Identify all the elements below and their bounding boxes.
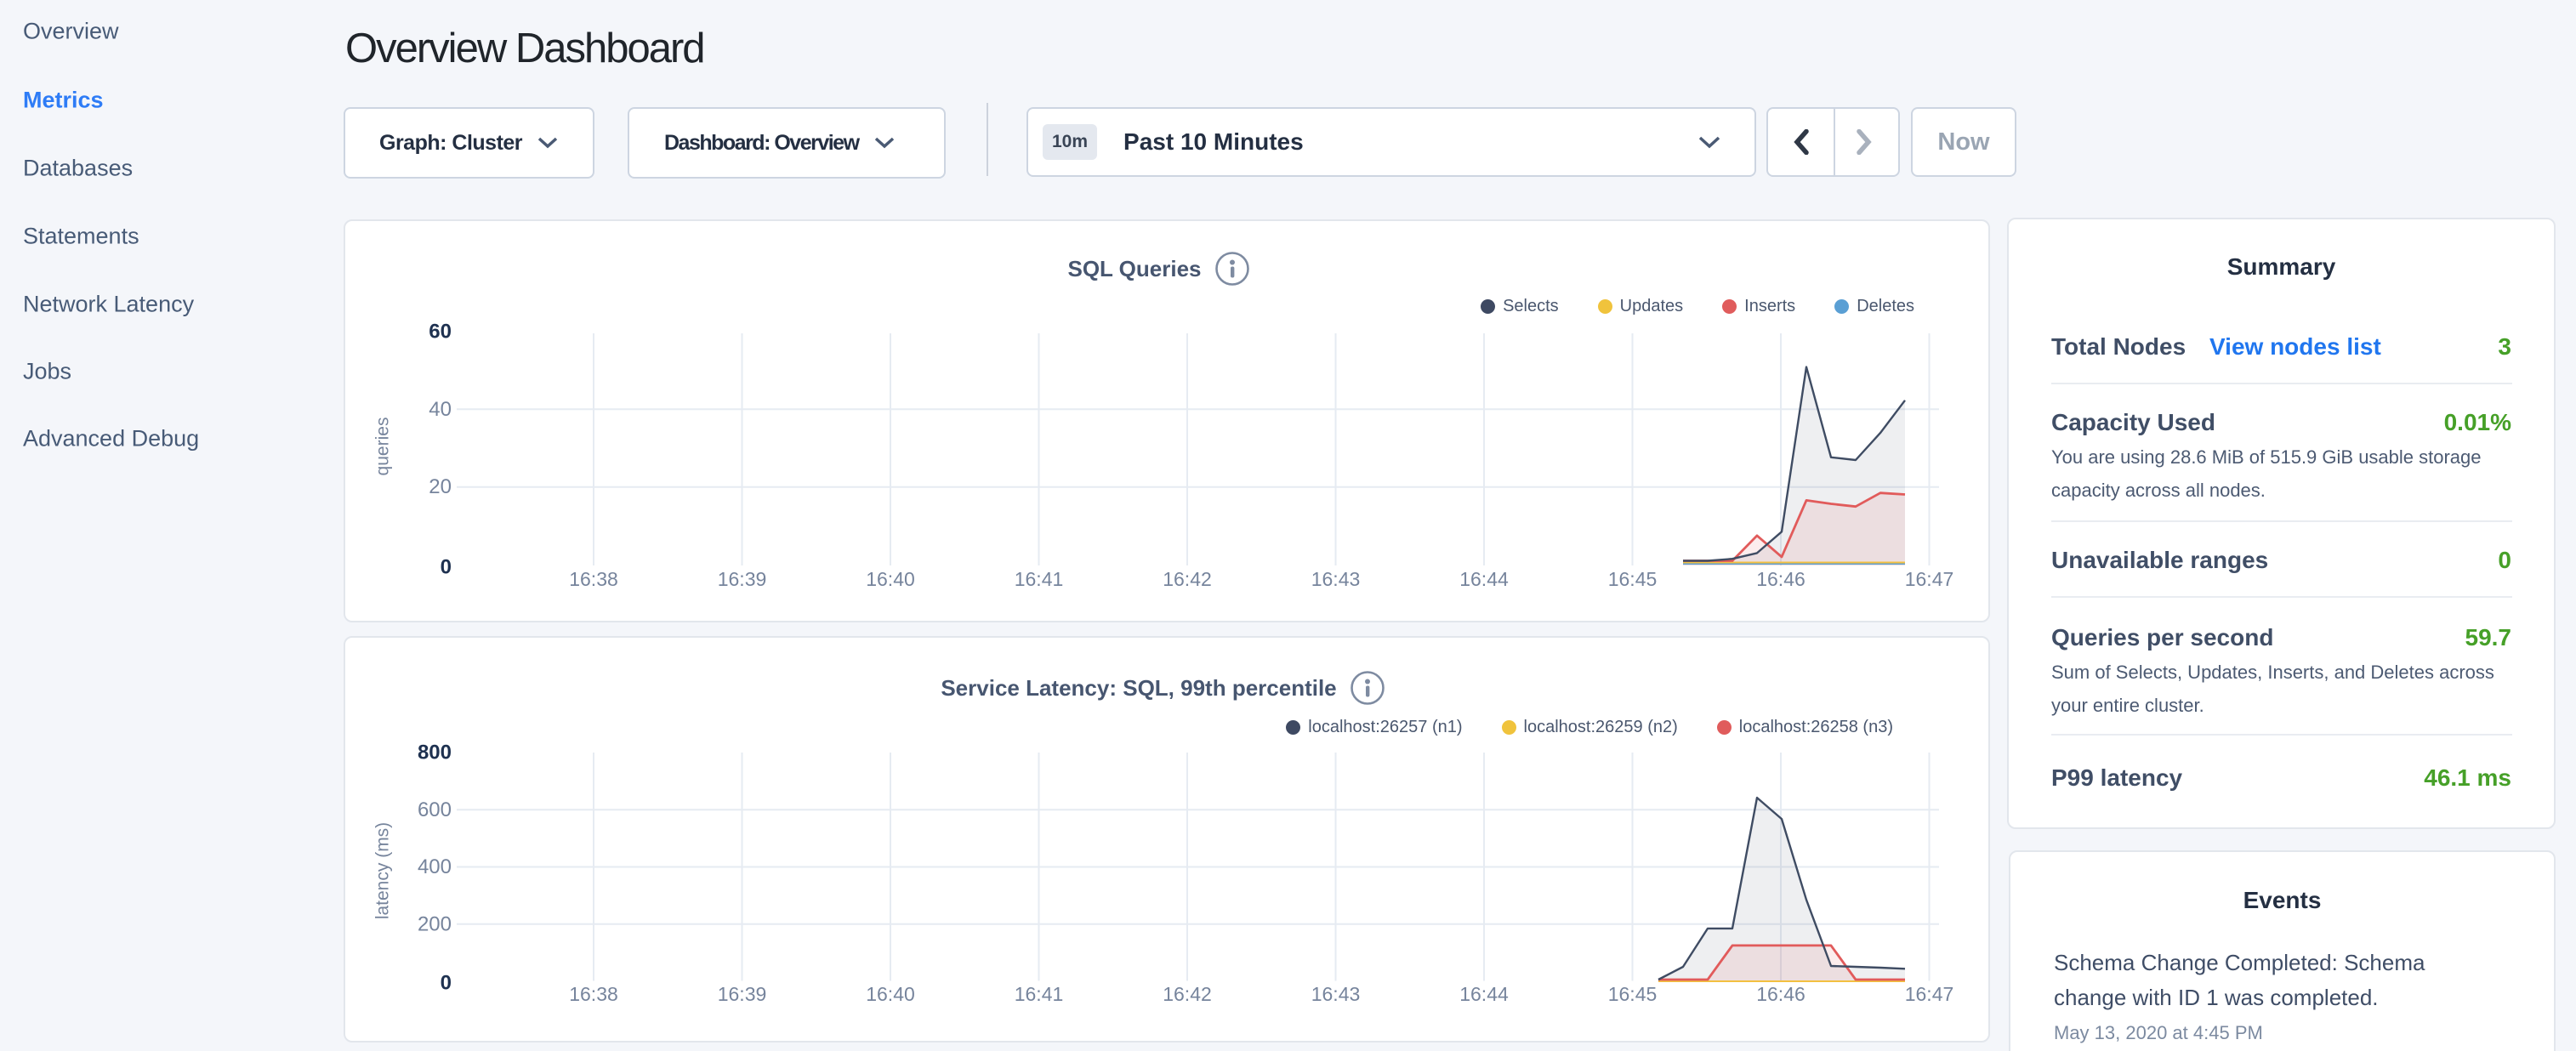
svg-text:40: 40 [429, 398, 452, 421]
svg-text:16:42: 16:42 [1163, 983, 1212, 1005]
svg-text:16:43: 16:43 [1311, 983, 1361, 1005]
svg-text:0: 0 [441, 556, 452, 579]
svg-text:0: 0 [441, 972, 452, 995]
svg-text:16:41: 16:41 [1015, 568, 1064, 590]
svg-text:16:39: 16:39 [718, 568, 767, 590]
svg-text:20: 20 [429, 475, 452, 498]
svg-text:60: 60 [429, 321, 452, 344]
svg-text:600: 600 [418, 798, 452, 821]
svg-text:16:44: 16:44 [1459, 983, 1509, 1005]
svg-text:800: 800 [418, 741, 452, 764]
svg-text:16:47: 16:47 [1905, 568, 1954, 590]
svg-text:16:47: 16:47 [1905, 983, 1954, 1005]
svg-text:latency (ms): latency (ms) [373, 822, 393, 919]
svg-text:16:41: 16:41 [1015, 983, 1064, 1005]
svg-text:400: 400 [418, 855, 452, 878]
svg-text:200: 200 [418, 912, 452, 935]
svg-text:16:46: 16:46 [1756, 983, 1805, 1005]
svg-text:16:40: 16:40 [866, 983, 915, 1005]
svg-text:16:44: 16:44 [1459, 568, 1509, 590]
svg-text:16:43: 16:43 [1311, 568, 1361, 590]
svg-text:16:38: 16:38 [569, 983, 618, 1005]
svg-text:16:46: 16:46 [1756, 568, 1805, 590]
svg-text:16:45: 16:45 [1608, 983, 1658, 1005]
svg-text:16:38: 16:38 [569, 568, 618, 590]
svg-text:16:42: 16:42 [1163, 568, 1212, 590]
svg-text:16:39: 16:39 [718, 983, 767, 1005]
svg-text:16:45: 16:45 [1608, 568, 1658, 590]
svg-text:16:40: 16:40 [866, 568, 915, 590]
svg-text:queries: queries [373, 418, 393, 476]
